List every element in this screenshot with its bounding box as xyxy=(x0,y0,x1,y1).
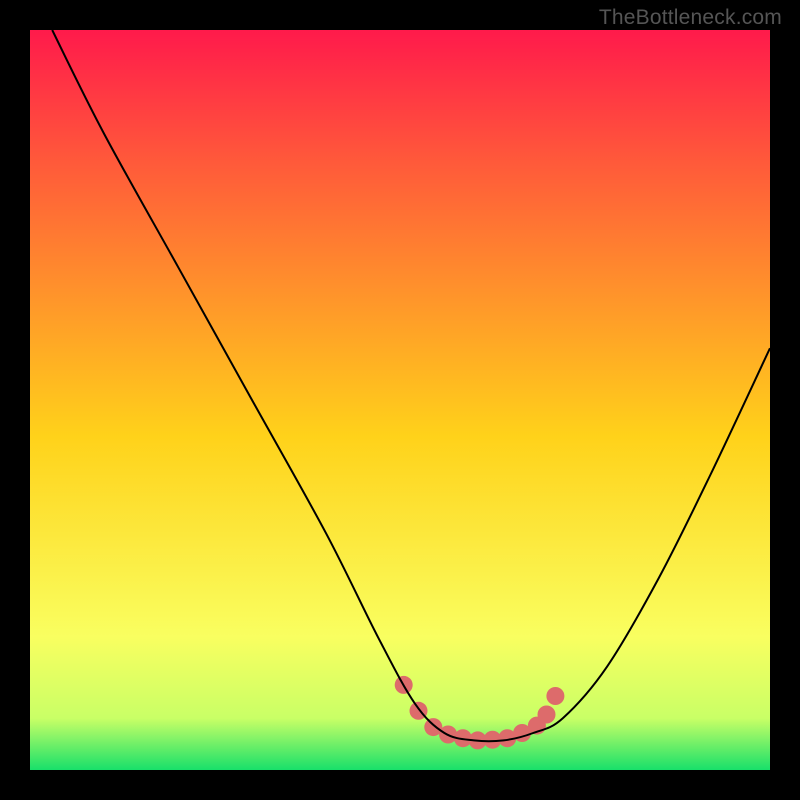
chart-svg xyxy=(30,30,770,770)
highlight-marker xyxy=(546,687,564,705)
chart-area xyxy=(30,30,770,770)
highlight-marker xyxy=(538,706,556,724)
attribution-text: TheBottleneck.com xyxy=(599,6,782,30)
gradient-background xyxy=(30,30,770,770)
